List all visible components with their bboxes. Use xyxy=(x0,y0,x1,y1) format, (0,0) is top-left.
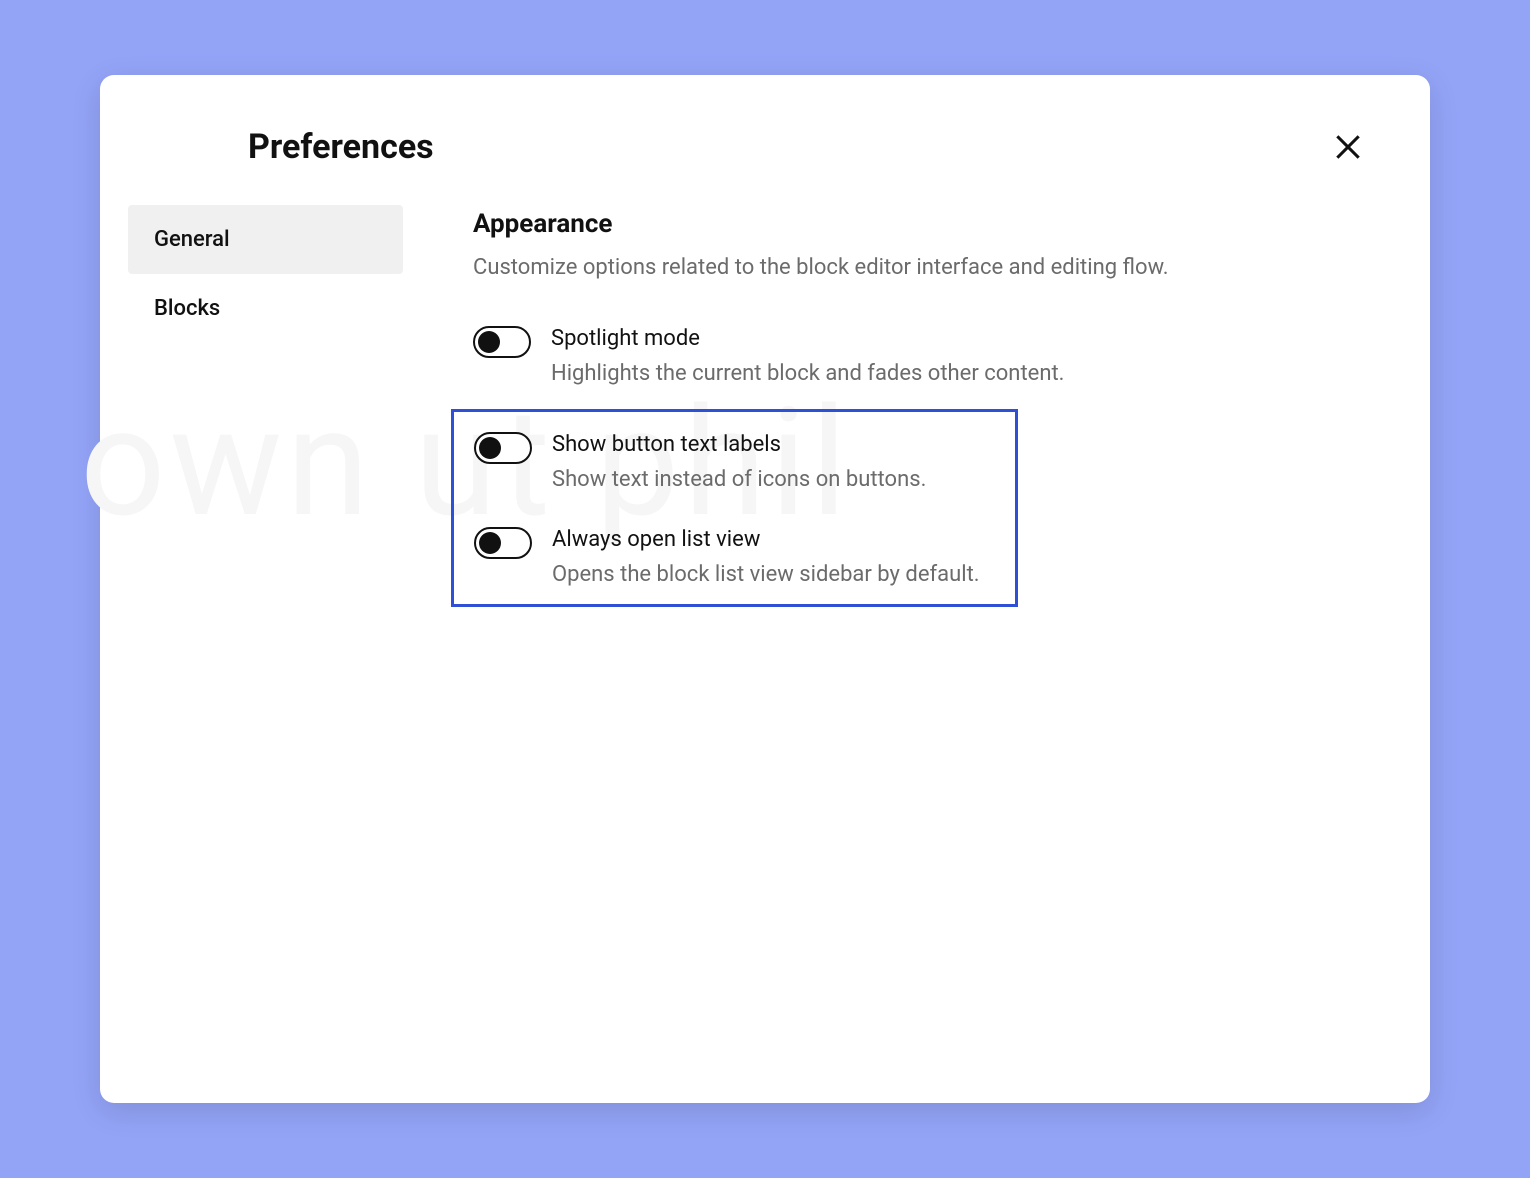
toggle-spotlight-mode[interactable] xyxy=(473,326,531,358)
preferences-modal: own ut phil Preferences General Blocks A… xyxy=(100,75,1430,1103)
highlight-box: Show button text labels Show text instea… xyxy=(451,409,1018,607)
setting-description: Show text instead of icons on buttons. xyxy=(552,463,995,497)
modal-title: Preferences xyxy=(248,127,434,167)
toggle-knob xyxy=(479,437,501,459)
content-panel: Appearance Customize options related to … xyxy=(473,205,1350,607)
setting-label: Spotlight mode xyxy=(551,324,1350,355)
setting-text: Spotlight mode Highlights the current bl… xyxy=(551,324,1350,391)
toggle-knob xyxy=(479,532,501,554)
sidebar-item-label: Blocks xyxy=(154,296,220,321)
toggle-show-button-text-labels[interactable] xyxy=(474,432,532,464)
setting-always-open-list-view: Always open list view Opens the block li… xyxy=(474,515,995,598)
sidebar-item-label: General xyxy=(154,227,230,252)
setting-text: Always open list view Opens the block li… xyxy=(552,525,995,592)
setting-spotlight-mode: Spotlight mode Highlights the current bl… xyxy=(473,314,1350,409)
sidebar: General Blocks xyxy=(128,205,403,607)
sidebar-item-blocks[interactable]: Blocks xyxy=(128,274,403,343)
section-title: Appearance xyxy=(473,209,1350,239)
close-button[interactable] xyxy=(1326,125,1370,169)
modal-header: Preferences xyxy=(128,125,1350,169)
toggle-always-open-list-view[interactable] xyxy=(474,527,532,559)
section-description: Customize options related to the block e… xyxy=(473,251,1350,284)
sidebar-item-general[interactable]: General xyxy=(128,205,403,274)
setting-description: Highlights the current block and fades o… xyxy=(551,357,1350,391)
modal-body: General Blocks Appearance Customize opti… xyxy=(128,205,1350,607)
setting-show-button-text-labels: Show button text labels Show text instea… xyxy=(474,420,995,515)
setting-label: Always open list view xyxy=(552,525,995,556)
toggle-knob xyxy=(478,331,500,353)
setting-description: Opens the block list view sidebar by def… xyxy=(552,558,995,592)
close-icon xyxy=(1332,131,1364,163)
setting-text: Show button text labels Show text instea… xyxy=(552,430,995,497)
setting-label: Show button text labels xyxy=(552,430,995,461)
